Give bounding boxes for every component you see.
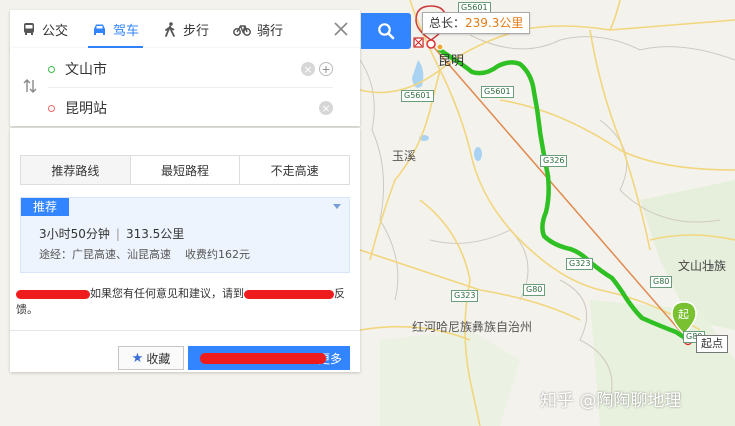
search-button[interactable] — [361, 13, 411, 49]
feedback-text-c: 馈。 — [16, 303, 38, 316]
route-summary: 3小时50分钟 | 313.5公里 — [39, 227, 185, 241]
route-strategy-tabs: 推荐路线 最短路程 不走高速 — [20, 155, 350, 185]
route-inputs: 文山市 × + 昆明站 × — [10, 48, 360, 126]
route-via: 途经：广昆高速、汕昆高速 — [39, 248, 171, 261]
redaction-mark — [244, 289, 334, 299]
star-icon: ★ — [131, 350, 144, 366]
road-shield: G323 — [451, 290, 479, 302]
route-distance: 313.5公里 — [125, 227, 185, 241]
end-dot-icon — [48, 104, 55, 112]
mode-car[interactable]: 驾车 — [80, 10, 151, 48]
total-distance-label: 总长：239.3公里 — [422, 12, 531, 34]
road-shield: G80 — [523, 284, 546, 296]
tab-no-highway[interactable]: 不走高速 — [240, 156, 349, 184]
end-field[interactable]: 昆明站 × — [48, 90, 333, 126]
close-icon[interactable] — [332, 20, 350, 38]
walk-icon — [165, 21, 175, 37]
redaction-mark — [200, 353, 326, 364]
place-label-kunming: 昆明 — [438, 54, 465, 69]
clear-start-icon[interactable]: × — [301, 62, 315, 76]
route-duration: 3小时50分钟 — [39, 227, 110, 241]
redaction-mark — [16, 289, 90, 299]
bike-icon — [233, 24, 251, 36]
mode-bus[interactable]: 公交 — [10, 10, 80, 48]
car-icon — [94, 24, 106, 35]
start-point-tag: 起点 — [696, 335, 728, 353]
clear-end-icon[interactable]: × — [319, 101, 333, 115]
route-option-card[interactable]: 推荐 3小时50分钟 | 313.5公里 途经：广昆高速、汕昆高速 收费约162元 — [20, 197, 350, 273]
collapse-icon[interactable] — [333, 204, 341, 209]
feedback-text-a: 如果您有任何意见和建议，请到 — [90, 287, 244, 300]
favorite-button[interactable]: ★ 收藏 — [118, 346, 184, 370]
tab-shortest[interactable]: 最短路程 — [131, 156, 241, 184]
feedback-text-b: 反 — [334, 287, 345, 300]
route-toll: 收费约162元 — [185, 248, 250, 261]
swap-icon[interactable] — [22, 78, 38, 94]
mode-label: 驾车 — [113, 23, 140, 39]
total-distance-prefix: 总长： — [429, 16, 466, 30]
place-label-honghe: 红河哈尼族彝族自治州 — [412, 320, 533, 334]
end-input[interactable]: 昆明站 — [65, 98, 315, 118]
favorite-label: 收藏 — [146, 351, 171, 366]
place-label-yuxi: 玉溪 — [392, 149, 417, 163]
transport-mode-bar: 公交 驾车 步行 骑行 — [10, 10, 360, 49]
total-distance-value: 239.3公里 — [465, 16, 524, 30]
mode-walk[interactable]: 步行 — [151, 10, 221, 48]
start-pin-text: 起 — [678, 308, 689, 321]
start-field[interactable]: 文山市 × + — [48, 51, 333, 88]
feedback-text: 如果您有任何意见和建议，请到 反 馈。 — [16, 286, 356, 318]
road-shield: G326 — [540, 155, 568, 167]
place-label-wenshan: 文山壮族 — [678, 259, 727, 273]
divider — [10, 330, 360, 331]
road-shield: G5601 — [481, 86, 514, 98]
bus-icon — [24, 23, 34, 35]
mode-label: 步行 — [183, 23, 210, 39]
road-shield: G5601 — [401, 90, 434, 102]
search-icon — [378, 23, 395, 40]
road-shield: G323 — [566, 258, 594, 270]
mode-label: 公交 — [42, 23, 69, 39]
lake — [474, 147, 482, 161]
add-waypoint-icon[interactable]: + — [319, 62, 333, 76]
mode-label: 骑行 — [257, 23, 284, 39]
recommended-badge: 推荐 — [21, 198, 70, 216]
start-input[interactable]: 文山市 — [65, 59, 297, 79]
watermark: 知乎 @陶陶聊地理 — [540, 391, 682, 411]
end-point-marker — [426, 39, 436, 49]
start-dot-icon — [48, 65, 55, 73]
tab-recommended[interactable]: 推荐路线 — [21, 156, 131, 184]
mode-bike[interactable]: 骑行 — [221, 10, 295, 48]
route-details: 途经：广昆高速、汕昆高速 收费约162元 — [39, 246, 264, 262]
road-shield: G80 — [650, 276, 673, 288]
more-button[interactable]: 更多 — [188, 346, 350, 370]
route-results-panel: 推荐路线 最短路程 不走高速 推荐 3小时50分钟 | 313.5公里 途经：广昆高… — [10, 128, 360, 372]
